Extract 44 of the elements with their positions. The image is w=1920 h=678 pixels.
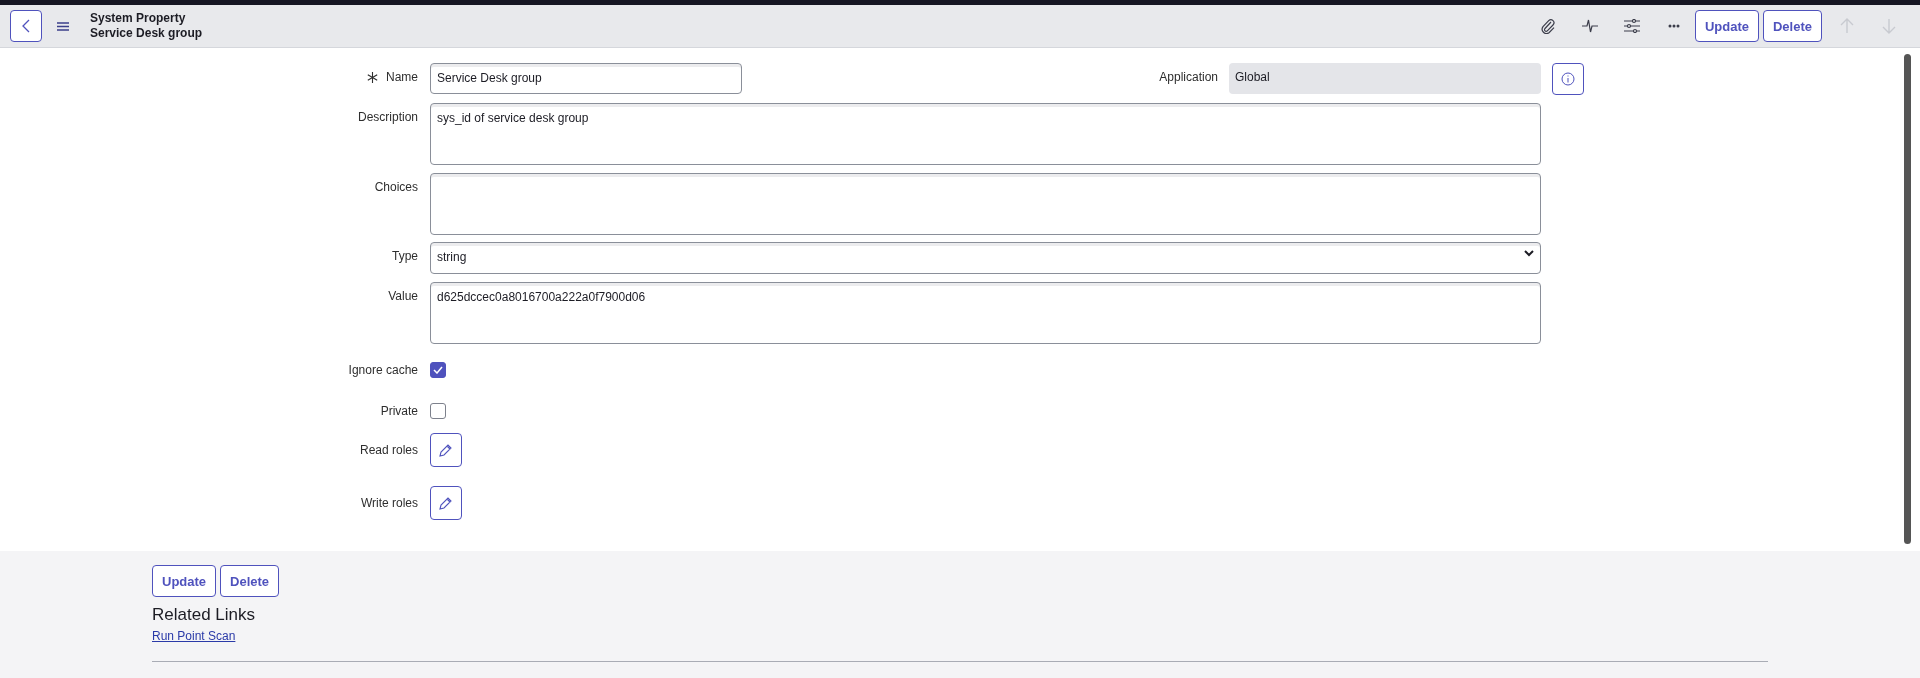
type-select[interactable]: string (430, 242, 1541, 274)
field-label: Value (388, 289, 418, 303)
text-area[interactable]: sys_id of service desk group (430, 103, 1541, 165)
text-area[interactable]: d625dccec0a8016700a222a0f7900d06 (430, 282, 1541, 344)
pencil-icon (439, 496, 453, 510)
field-label: Choices (374, 180, 418, 194)
field-label: Write roles (360, 496, 418, 510)
application-field: Global (1229, 63, 1541, 94)
info-icon (1561, 72, 1575, 86)
record-type-title: System Property (90, 11, 187, 26)
record-title: Service Desk group (90, 26, 203, 41)
text-area[interactable] (430, 173, 1541, 235)
checkmark-icon (433, 366, 443, 374)
header-action-button[interactable]: Delete (1762, 10, 1822, 42)
chevron-down-icon (1524, 250, 1534, 257)
field-label: Read roles (359, 443, 418, 457)
pencil-icon (439, 443, 453, 457)
scrollbar-thumb[interactable] (1904, 54, 1911, 544)
menu-icon (57, 21, 69, 31)
section-heading: Related Links (152, 605, 256, 625)
more-icon (1667, 24, 1680, 28)
arrow-up-icon (1840, 18, 1854, 34)
sliders-icon (1623, 19, 1640, 33)
form-action-button[interactable]: Update (152, 565, 217, 597)
paperclip-icon (1540, 18, 1555, 34)
field-label: Type (392, 249, 418, 263)
edit-roles-button[interactable] (430, 433, 462, 467)
edit-roles-button[interactable] (430, 486, 462, 520)
field-label: Name (386, 70, 418, 84)
form-action-button[interactable]: Delete (220, 565, 280, 597)
field-label: Application (1159, 70, 1218, 84)
checkbox[interactable] (430, 403, 446, 419)
field-label: Description (357, 110, 418, 124)
header-action-button[interactable]: Update (1694, 10, 1759, 42)
checkbox[interactable] (430, 362, 446, 378)
related-link[interactable]: Run Point Scan (152, 629, 236, 643)
back-button[interactable] (10, 10, 42, 42)
info-button[interactable] (1552, 63, 1584, 95)
pulse-icon (1581, 19, 1598, 33)
name-field[interactable]: Service Desk group (430, 63, 742, 94)
chevron-left-icon (22, 19, 30, 33)
arrow-down-icon (1882, 18, 1896, 34)
field-label: Ignore cache (348, 363, 418, 377)
field-label: Private (380, 404, 418, 418)
